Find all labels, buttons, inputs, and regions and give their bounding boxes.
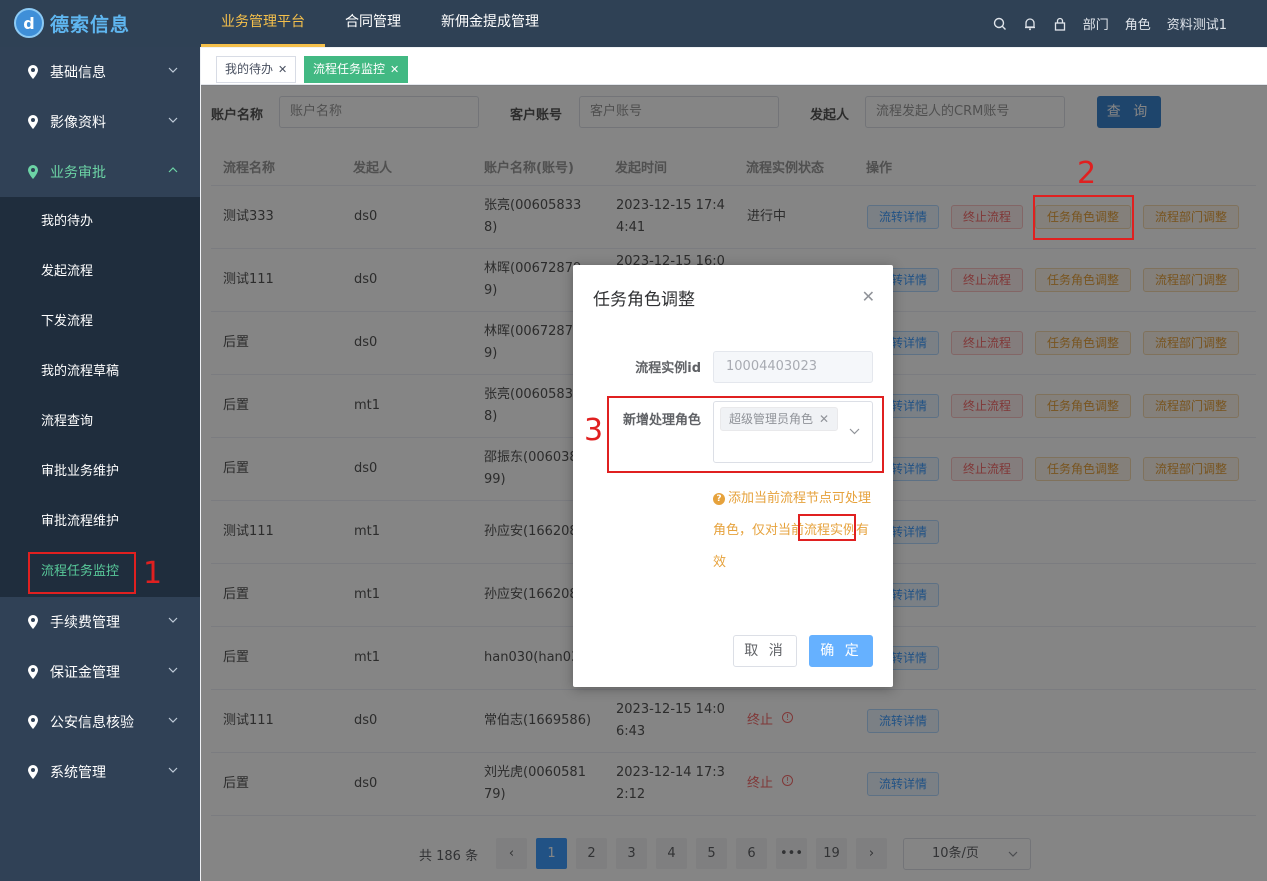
bell-icon[interactable] bbox=[1023, 17, 1037, 31]
sidebar-group-deposit[interactable]: 保证金管理 bbox=[0, 647, 200, 697]
logo-text: 德索信息 bbox=[50, 13, 131, 36]
sidebar-group-label: 保证金管理 bbox=[50, 665, 120, 681]
chevron-down-icon bbox=[168, 717, 178, 723]
chevron-down-icon bbox=[168, 617, 178, 623]
tag-label: 流程任务监控 bbox=[313, 62, 386, 76]
topnav-contract[interactable]: 合同管理 bbox=[325, 0, 421, 47]
instance-id-label: 流程实例id bbox=[635, 361, 701, 376]
logo-icon: d bbox=[14, 8, 44, 38]
sidebar-item-approval-business[interactable]: 审批业务维护 bbox=[0, 447, 200, 497]
annotation-box-tip bbox=[798, 514, 856, 541]
location-pin-icon bbox=[28, 665, 38, 679]
location-pin-icon bbox=[28, 165, 38, 179]
dialog-title: 任务角色调整 bbox=[593, 290, 695, 310]
user-name[interactable]: 资料测试1 bbox=[1167, 14, 1227, 33]
dept-switch[interactable]: 部门 bbox=[1083, 14, 1109, 33]
tag-label: 我的待办 bbox=[225, 62, 274, 76]
top-nav: 业务管理平台 合同管理 新佣金提成管理 bbox=[201, 0, 559, 47]
sidebar-item-issue-flow[interactable]: 下发流程 bbox=[0, 297, 200, 347]
chevron-down-icon bbox=[168, 667, 178, 673]
lock-icon[interactable] bbox=[1053, 17, 1067, 31]
annotation-box-1 bbox=[28, 552, 136, 594]
annotation-number-1: 1 bbox=[143, 556, 163, 591]
location-pin-icon bbox=[28, 65, 38, 79]
sidebar-group-basic-info[interactable]: 基础信息 bbox=[0, 47, 200, 97]
location-pin-icon bbox=[28, 615, 38, 629]
chevron-down-icon bbox=[168, 67, 178, 73]
topnav-commission[interactable]: 新佣金提成管理 bbox=[421, 0, 559, 47]
sidebar-group-police-verify[interactable]: 公安信息核验 bbox=[0, 697, 200, 747]
chevron-down-icon bbox=[168, 767, 178, 773]
annotation-box-2 bbox=[1033, 195, 1134, 240]
sidebar-item-start-flow[interactable]: 发起流程 bbox=[0, 247, 200, 297]
sidebar-group-label: 手续费管理 bbox=[50, 615, 120, 631]
sidebar-group-image-data[interactable]: 影像资料 bbox=[0, 97, 200, 147]
topnav-business-platform[interactable]: 业务管理平台 bbox=[201, 0, 325, 47]
location-pin-icon bbox=[28, 715, 38, 729]
sidebar-group-label: 系统管理 bbox=[50, 765, 106, 781]
sidebar-group-label: 基础信息 bbox=[50, 65, 106, 81]
close-icon[interactable]: ✕ bbox=[862, 287, 875, 306]
sidebar-submenu: 我的待办 发起流程 下发流程 我的流程草稿 流程查询 审批业务维护 审批流程维护… bbox=[0, 197, 200, 597]
role-adjust-dialog: 任务角色调整 ✕ 流程实例id 10004403023 新增处理角色 超级管理员… bbox=[573, 265, 893, 687]
sidebar-group-approval[interactable]: 业务审批 bbox=[0, 147, 200, 197]
top-header: d 德索信息 业务管理平台 合同管理 新佣金提成管理 部门 角色 资料测试1 bbox=[0, 0, 1267, 47]
sidebar-item-my-todo[interactable]: 我的待办 bbox=[0, 197, 200, 247]
sidebar-group-system[interactable]: 系统管理 bbox=[0, 747, 200, 797]
instance-id-field: 10004403023 bbox=[713, 351, 873, 383]
sidebar-item-flow-drafts[interactable]: 我的流程草稿 bbox=[0, 347, 200, 397]
logo: d 德索信息 bbox=[14, 8, 130, 38]
tag-task-monitor[interactable]: 流程任务监控 ✕ bbox=[304, 56, 409, 83]
close-icon[interactable]: ✕ bbox=[278, 63, 287, 76]
sidebar-item-flow-query[interactable]: 流程查询 bbox=[0, 397, 200, 447]
annotation-number-2: 2 bbox=[1077, 156, 1097, 191]
sidebar-group-label: 公安信息核验 bbox=[50, 715, 134, 731]
annotation-number-3: 3 bbox=[584, 413, 604, 448]
sidebar-group-label: 影像资料 bbox=[50, 115, 106, 131]
sidebar-group-label: 业务审批 bbox=[50, 165, 106, 181]
annotation-box-3 bbox=[607, 396, 884, 473]
tags-view: 我的待办 ✕ 流程任务监控 ✕ bbox=[201, 48, 1267, 85]
confirm-button[interactable]: 确 定 bbox=[809, 635, 873, 667]
cancel-button[interactable]: 取 消 bbox=[733, 635, 797, 667]
location-pin-icon bbox=[28, 115, 38, 129]
tag-my-todo[interactable]: 我的待办 ✕ bbox=[216, 56, 297, 83]
chevron-up-icon bbox=[168, 167, 178, 173]
sidebar-item-approval-flow[interactable]: 审批流程维护 bbox=[0, 497, 200, 547]
close-icon[interactable]: ✕ bbox=[390, 63, 399, 76]
sidebar: 基础信息 影像资料 业务审批 我的待办 发起流程 下发流程 我的流程草稿 流程查… bbox=[0, 47, 200, 881]
location-pin-icon bbox=[28, 765, 38, 779]
header-tools: 部门 角色 资料测试1 bbox=[993, 0, 1227, 47]
question-icon: ? bbox=[713, 493, 725, 505]
search-icon[interactable] bbox=[993, 17, 1007, 31]
sidebar-group-fee[interactable]: 手续费管理 bbox=[0, 597, 200, 647]
chevron-down-icon bbox=[168, 117, 178, 123]
role-switch[interactable]: 角色 bbox=[1125, 14, 1151, 33]
